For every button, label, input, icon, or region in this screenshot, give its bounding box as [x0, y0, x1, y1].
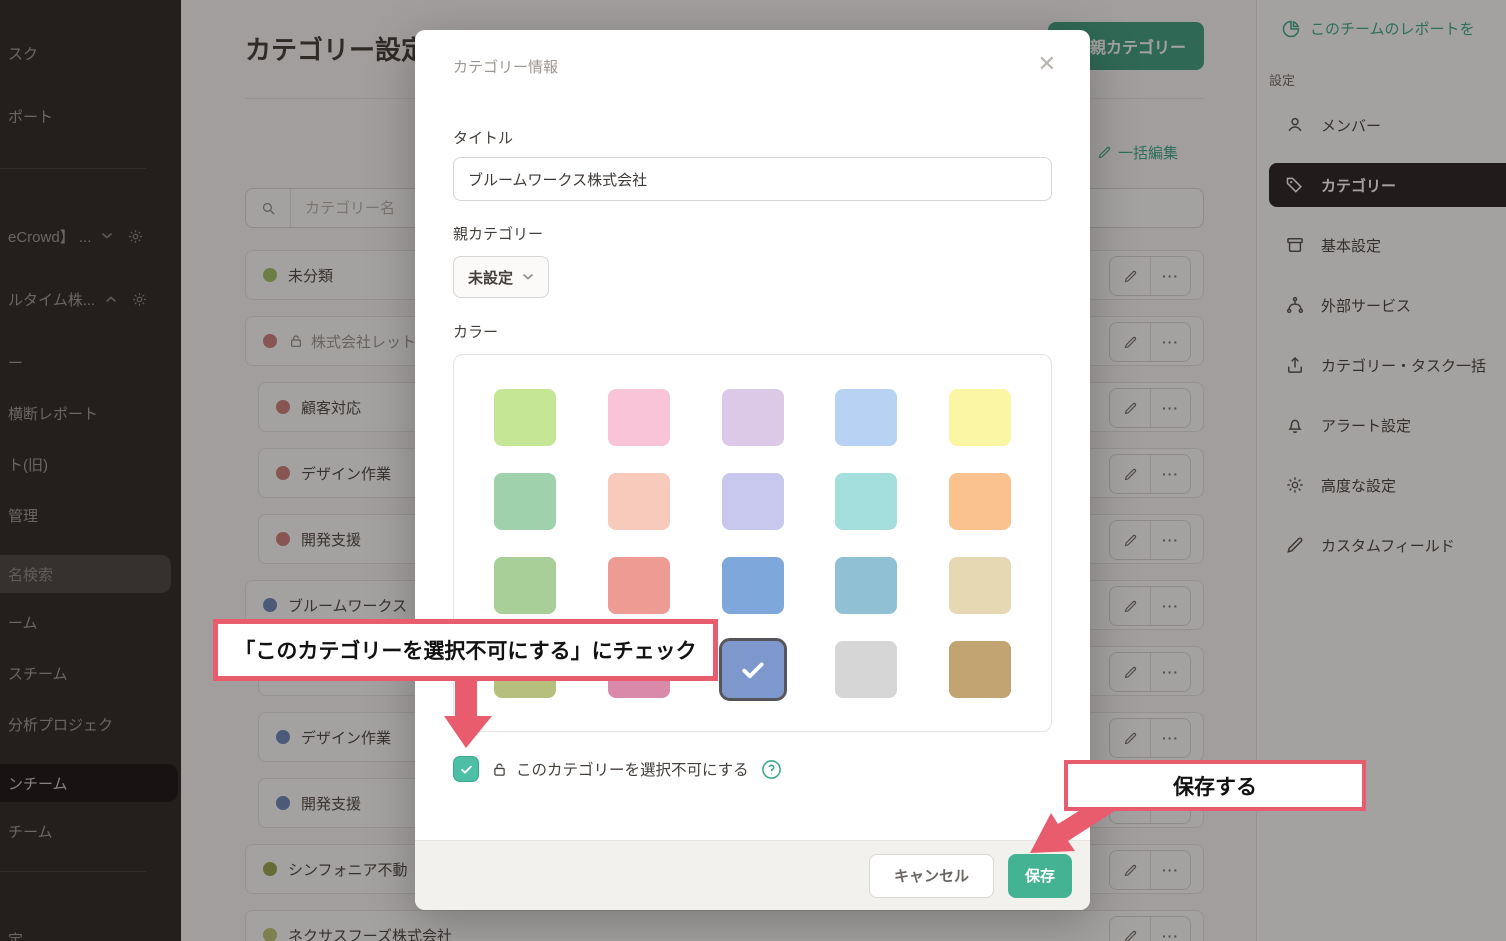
- close-icon[interactable]: ✕: [1032, 50, 1062, 78]
- color-swatch[interactable]: [835, 389, 897, 446]
- cancel-button[interactable]: キャンセル: [869, 854, 994, 898]
- modal-title: カテゴリー情報: [453, 56, 558, 77]
- color-swatch[interactable]: [722, 557, 784, 614]
- color-swatch[interactable]: [835, 473, 897, 530]
- color-swatch[interactable]: [722, 641, 784, 698]
- category-info-modal: カテゴリー情報 ✕ タイトル 親カテゴリー 未設定 カラー: [415, 30, 1090, 910]
- save-callout: 保存する: [1064, 760, 1366, 811]
- save-button[interactable]: 保存: [1008, 854, 1072, 898]
- unselectable-checkbox-row: このカテゴリーを選択不可にする: [453, 756, 782, 782]
- color-swatch[interactable]: [835, 641, 897, 698]
- parent-category-value: 未設定: [468, 267, 513, 288]
- color-swatch[interactable]: [835, 557, 897, 614]
- screen: スク ポート: [0, 0, 1506, 941]
- color-swatch[interactable]: [722, 389, 784, 446]
- checkbox-callout-text: 「このカテゴリーを選択不可にする」にチェック: [234, 635, 696, 665]
- color-swatch[interactable]: [494, 389, 556, 446]
- color-swatch[interactable]: [608, 389, 670, 446]
- color-swatch[interactable]: [949, 389, 1011, 446]
- save-callout-text: 保存する: [1173, 771, 1257, 801]
- parent-category-select[interactable]: 未設定: [453, 256, 549, 298]
- color-swatch[interactable]: [608, 473, 670, 530]
- chevron-down-icon: [522, 273, 534, 281]
- color-swatch[interactable]: [494, 473, 556, 530]
- category-title-input[interactable]: [453, 157, 1052, 201]
- color-swatch[interactable]: [722, 473, 784, 530]
- color-swatch[interactable]: [608, 557, 670, 614]
- help-icon[interactable]: [761, 759, 782, 780]
- color-field-label: カラー: [453, 321, 498, 342]
- title-field-label: タイトル: [453, 127, 513, 148]
- modal-footer: キャンセル 保存: [415, 840, 1090, 910]
- checkbox-callout: 「このカテゴリーを選択不可にする」にチェック: [213, 619, 718, 681]
- color-swatch[interactable]: [494, 557, 556, 614]
- unselectable-checkbox[interactable]: [453, 756, 479, 782]
- color-swatch[interactable]: [949, 473, 1011, 530]
- parent-category-label: 親カテゴリー: [453, 223, 543, 244]
- color-swatch[interactable]: [949, 557, 1011, 614]
- check-icon: [722, 641, 784, 698]
- lock-icon: [491, 761, 508, 778]
- color-swatch[interactable]: [949, 641, 1011, 698]
- unselectable-checkbox-label: このカテゴリーを選択不可にする: [516, 758, 749, 780]
